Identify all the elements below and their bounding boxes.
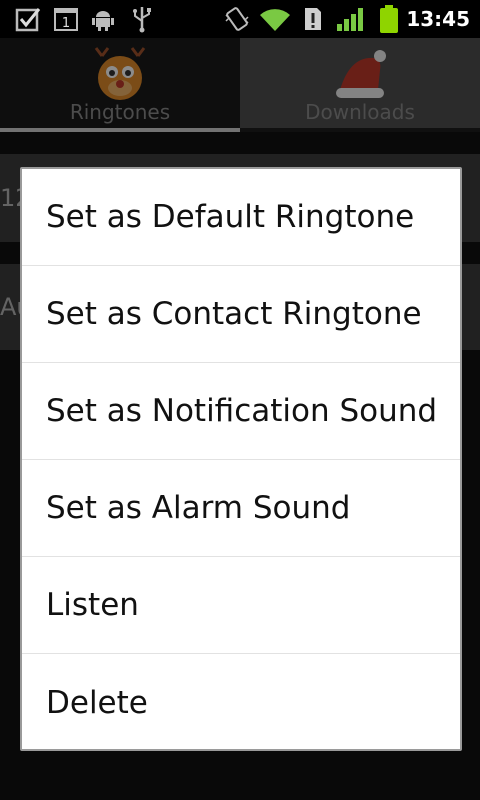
menu-item-set-alarm-sound[interactable]: Set as Alarm Sound (22, 460, 460, 557)
context-menu-dialog: Set as Default Ringtone Set as Contact R… (20, 167, 462, 751)
calendar-day: 1 (62, 16, 70, 31)
menu-item-listen[interactable]: Listen (22, 557, 460, 654)
usb-icon (128, 0, 156, 38)
menu-item-set-notification-sound[interactable]: Set as Notification Sound (22, 363, 460, 460)
dim-overlay-top (0, 38, 480, 132)
alert-icon (302, 0, 324, 38)
battery-icon (376, 0, 402, 38)
menu-item-set-contact-ringtone[interactable]: Set as Contact Ringtone (22, 266, 460, 363)
vibrate-icon (223, 0, 251, 38)
signal-icon (336, 0, 366, 38)
menu-item-delete[interactable]: Delete (22, 654, 460, 749)
clock: 13:45 (406, 7, 470, 31)
wifi-icon (258, 0, 292, 38)
menu-item-set-default-ringtone[interactable]: Set as Default Ringtone (22, 169, 460, 266)
checkbox-icon (14, 0, 42, 38)
android-debug-icon (89, 0, 117, 38)
status-bar: 1 13:45 (0, 0, 480, 38)
calendar-icon: 1 (52, 0, 80, 38)
